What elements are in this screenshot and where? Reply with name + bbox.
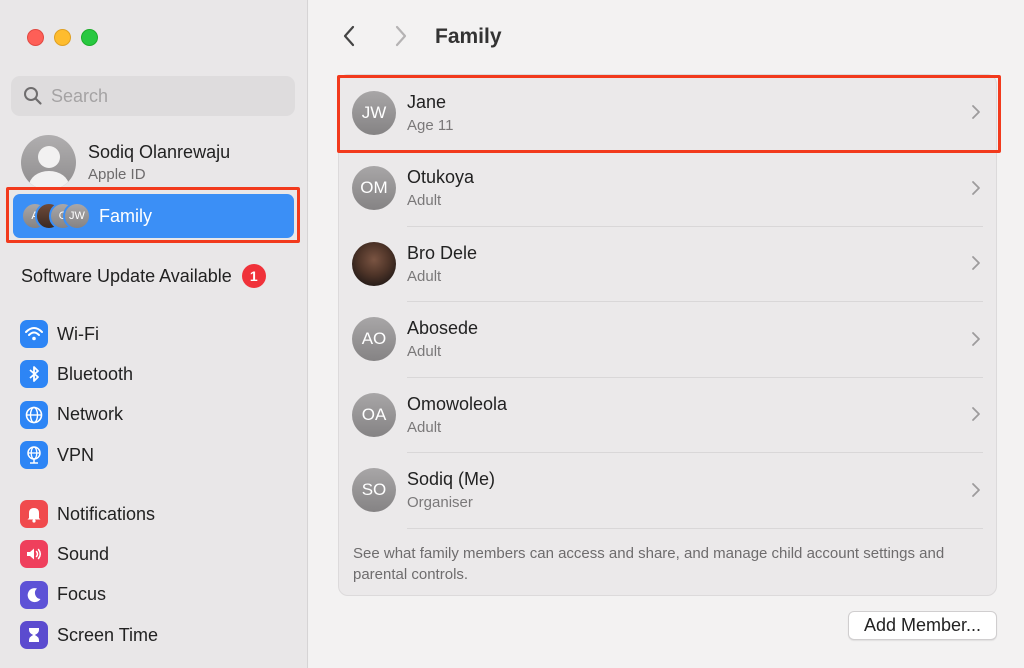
member-photo-avatar — [352, 241, 396, 286]
speaker-icon — [20, 540, 48, 569]
chevron-right-icon — [972, 256, 980, 270]
sidebar-item-label: Bluetooth — [57, 363, 134, 384]
member-role: Adult — [407, 192, 442, 210]
member-avatar: OM — [352, 166, 396, 211]
sidebar-item-wifi[interactable]: Wi-Fi — [20, 314, 133, 354]
search-field[interactable] — [11, 76, 295, 116]
member-role: Organiser — [407, 494, 473, 512]
member-row-abosede[interactable]: AO Abosede Adult — [339, 302, 996, 378]
vpn-globe-icon — [20, 441, 48, 470]
family-description: See what family members can access and s… — [353, 545, 945, 583]
highlight-box-jane — [337, 75, 1001, 153]
update-count-badge: 1 — [241, 264, 266, 288]
zoom-window-button[interactable] — [81, 29, 98, 46]
moon-icon — [20, 580, 48, 609]
search-input[interactable] — [51, 85, 271, 107]
member-avatar: SO — [352, 468, 396, 513]
member-row-omowoleola[interactable]: OA Omowoleola Adult — [339, 377, 996, 453]
sidebar-item-label: Sound — [57, 543, 110, 564]
search-icon — [24, 87, 42, 105]
hourglass-icon — [20, 621, 48, 650]
chevron-right-icon — [972, 180, 980, 195]
highlight-box-family — [6, 187, 300, 243]
member-role: Adult — [407, 418, 442, 436]
account-subtitle: Apple ID — [88, 166, 146, 183]
account-name: Sodiq Olanrewaju — [88, 142, 231, 162]
close-window-button[interactable] — [27, 29, 44, 46]
minimize-window-button[interactable] — [54, 29, 71, 46]
sidebar-item-label: Notifications — [57, 503, 156, 524]
add-member-button[interactable]: Add Member... — [848, 611, 997, 640]
globe-icon — [20, 400, 48, 429]
member-name: Omowoleola — [407, 393, 508, 414]
member-role: Adult — [407, 267, 442, 285]
chevron-right-icon — [972, 482, 980, 497]
sidebar-item-label: Focus — [57, 584, 107, 605]
sidebar-item-sound[interactable]: Sound — [20, 534, 158, 574]
sidebar: Sodiq Olanrewaju Apple ID A O JW Family … — [0, 0, 308, 668]
sidebar-item-bluetooth[interactable]: Bluetooth — [20, 354, 133, 394]
sidebar-item-network[interactable]: Network — [20, 395, 133, 435]
member-name: Otukoya — [407, 167, 475, 188]
sidebar-item-label: Screen Time — [57, 624, 159, 645]
user-avatar-icon — [21, 135, 76, 190]
member-role: Adult — [407, 343, 442, 361]
forward-button[interactable] — [389, 22, 413, 50]
sidebar-item-notifications[interactable]: Notifications — [20, 494, 158, 534]
member-avatar: OA — [352, 392, 396, 437]
sidebar-item-label: Network — [57, 404, 124, 425]
sidebar-item-label: VPN — [57, 444, 95, 465]
system-settings-window: Sodiq Olanrewaju Apple ID A O JW Family … — [0, 0, 1024, 668]
sidebar-item-vpn[interactable]: VPN — [20, 435, 133, 475]
apple-id-account[interactable]: Sodiq Olanrewaju Apple ID — [21, 135, 230, 190]
sidebar-notifications-group: Notifications Sound Focus Screen Time — [20, 494, 158, 655]
toolbar: Family — [309, 0, 1024, 70]
member-row-sodiq[interactable]: SO Sodiq (Me) Organiser — [339, 453, 996, 529]
member-row-otukoya[interactable]: OM Otukoya Adult — [339, 151, 996, 227]
chevron-right-icon — [972, 331, 980, 346]
software-update-item[interactable]: Software Update Available 1 — [21, 264, 291, 288]
wifi-icon — [20, 320, 48, 349]
back-button[interactable] — [337, 22, 361, 50]
bell-icon — [20, 500, 48, 529]
member-name: Abosede — [407, 318, 479, 339]
member-name: Bro Dele — [407, 242, 478, 263]
divider — [407, 527, 983, 529]
chevron-right-icon — [972, 407, 980, 421]
member-row-bro-dele[interactable]: Bro Dele Adult — [339, 226, 996, 302]
window-controls — [27, 29, 98, 46]
member-name: Sodiq (Me) — [407, 469, 496, 490]
bluetooth-icon — [20, 360, 48, 389]
sidebar-item-screen-time[interactable]: Screen Time — [20, 615, 158, 655]
sidebar-item-focus[interactable]: Focus — [20, 575, 158, 615]
sidebar-item-label: Wi-Fi — [57, 323, 99, 344]
sidebar-network-group: Wi-Fi Bluetooth Network VPN — [20, 314, 133, 475]
software-update-label: Software Update Available — [21, 265, 232, 286]
member-avatar: AO — [352, 317, 396, 362]
chevron-right-icon — [395, 25, 407, 47]
page-title: Family — [435, 25, 502, 48]
chevron-left-icon — [343, 25, 355, 47]
